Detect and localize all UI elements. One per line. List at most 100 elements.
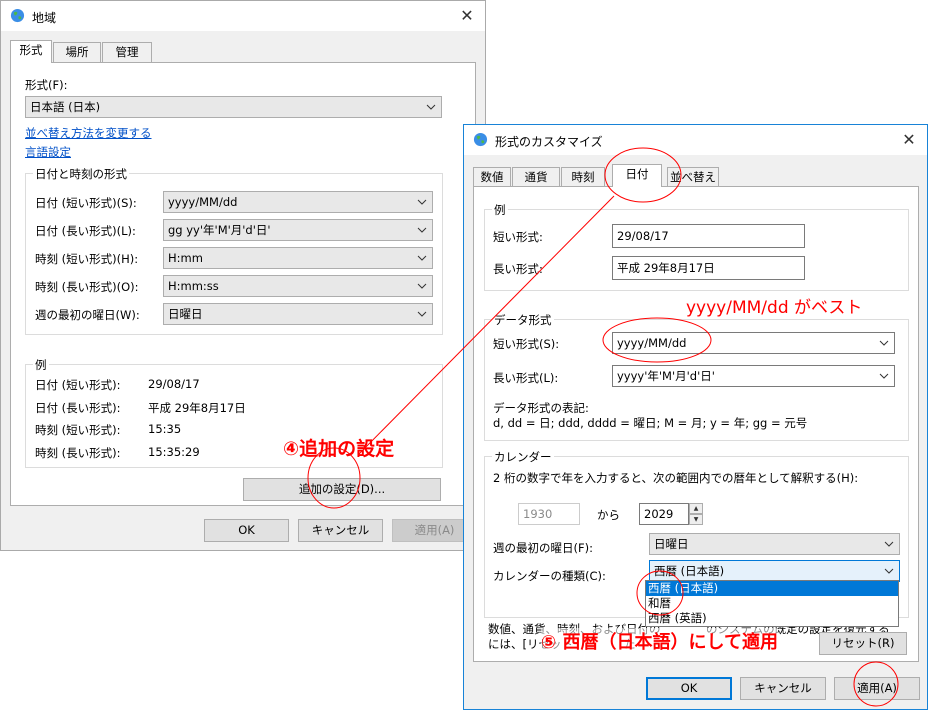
calendar-type-value: 西暦 (日本語) [654, 564, 725, 578]
example-long-value: 平成 29年8月17日 [612, 256, 805, 280]
format-select[interactable]: 日本語 (日本) [25, 96, 442, 118]
annotation-step4: ④追加の設定 [283, 438, 395, 460]
chevron-down-icon [417, 311, 427, 317]
calendar-option-japanese-era[interactable]: 和暦 [646, 596, 898, 611]
year-range-separator: から [597, 508, 620, 522]
year-to-field[interactable]: 2029 [639, 503, 689, 525]
customize-close-button[interactable]: ✕ [899, 130, 919, 150]
row-label-short-time: 時刻 (短い形式)(H): [35, 252, 139, 266]
data-long-select[interactable]: yyyy'年'M'月'd'日' [612, 365, 895, 387]
example-value-short-date: 29/08/17 [148, 377, 200, 391]
reset-button[interactable]: リセット(R) [819, 632, 907, 655]
globe-icon [10, 8, 25, 23]
calendar-type-dropdown: 西暦 (日本語) 和暦 西暦 (英語) [645, 580, 899, 627]
globe-icon [473, 132, 488, 147]
additional-settings-button[interactable]: 追加の設定(D)... [243, 478, 441, 501]
tab-currency[interactable]: 通貨 [512, 167, 560, 187]
example-label-short-time: 時刻 (短い形式): [35, 423, 121, 437]
link-language-settings[interactable]: 言語設定 [25, 144, 71, 160]
calendar-type-label: カレンダーの種類(C): [493, 569, 606, 583]
long-time-value: H:mm:ss [168, 279, 219, 293]
long-date-select[interactable]: gg yy'年'M'月'd'日' [163, 219, 433, 241]
customize-apply-button[interactable]: 適用(A) [834, 677, 920, 700]
calendar-description: 2 桁の数字で年を入力すると、次の範囲内での暦年として解釈する(H): [493, 471, 859, 485]
short-time-select[interactable]: H:mm [163, 247, 433, 269]
first-day-select[interactable]: 日曜日 [163, 303, 433, 325]
chevron-down-icon [879, 340, 889, 346]
short-date-select[interactable]: yyyy/MM/dd [163, 191, 433, 213]
example-label-short-date: 日付 (短い形式): [35, 378, 121, 392]
row-label-long-time: 時刻 (長い形式)(O): [35, 280, 139, 294]
region-cancel-button[interactable]: キャンセル [298, 519, 383, 542]
short-date-value: yyyy/MM/dd [168, 195, 238, 209]
tab-time[interactable]: 時刻 [561, 167, 605, 187]
annotation-best-format: yyyy/MM/dd がベスト [686, 298, 863, 318]
region-window-title: 地域 [32, 11, 57, 25]
row-label-first-day: 週の最初の曜日(W): [35, 308, 140, 322]
data-short-label: 短い形式(S): [493, 337, 560, 351]
long-time-select[interactable]: H:mm:ss [163, 275, 433, 297]
data-long-value: yyyy'年'M'月'd'日' [617, 369, 715, 383]
notation-text: d, dd = 日; ddd, dddd = 曜日; M = 月; y = 年;… [493, 416, 808, 430]
example-long-label: 長い形式: [493, 262, 543, 276]
chevron-down-icon [417, 227, 427, 233]
example-value-long-time: 15:35:29 [148, 445, 200, 459]
datetime-format-group: 日付と時刻の形式 日付 (短い形式)(S): yyyy/MM/dd 日付 (長い… [25, 166, 443, 335]
format-select-value: 日本語 (日本) [30, 100, 101, 114]
chevron-down-icon [884, 541, 894, 547]
example-label-long-time: 時刻 (長い形式): [35, 446, 121, 460]
data-format-group: データ形式 短い形式(S): yyyy/MM/dd 長い形式(L): yyyy'… [484, 312, 909, 441]
example-group-title: 例 [33, 357, 49, 373]
customize-titlebar: 形式のカスタマイズ ✕ [464, 125, 927, 155]
link-change-sort[interactable]: 並べ替え方法を変更する [25, 125, 152, 141]
example-short-value: 29/08/17 [612, 224, 805, 248]
chevron-down-icon [417, 255, 427, 261]
data-format-title: データ形式 [492, 312, 554, 328]
row-label-short-date: 日付 (短い形式)(S): [35, 196, 137, 210]
tab-location[interactable]: 場所 [53, 42, 101, 62]
data-long-label: 長い形式(L): [493, 371, 559, 385]
long-date-value: gg yy'年'M'月'd'日' [168, 223, 271, 237]
year-spinner[interactable]: ▲ ▼ [689, 503, 703, 525]
tab-sort[interactable]: 並べ替え [667, 167, 719, 187]
customize-example-group: 例 短い形式: 29/08/17 長い形式: 平成 29年8月17日 [484, 202, 909, 291]
data-short-value: yyyy/MM/dd [617, 336, 687, 350]
region-window: 地域 ✕ 形式 場所 管理 形式(F): 日本語 (日本) 並べ替え方法を変更す… [0, 0, 486, 551]
customize-cancel-button[interactable]: キャンセル [740, 677, 826, 700]
spin-up-icon[interactable]: ▲ [689, 503, 703, 514]
chevron-down-icon [417, 199, 427, 205]
spin-down-icon[interactable]: ▼ [689, 514, 703, 525]
example-short-label: 短い形式: [493, 230, 543, 244]
region-tab-panel: 形式(F): 日本語 (日本) 並べ替え方法を変更する 言語設定 日付と時刻の形… [10, 62, 476, 506]
format-label: 形式(F): [25, 78, 68, 92]
tab-administrative[interactable]: 管理 [102, 42, 152, 62]
example-value-long-date: 平成 29年8月17日 [148, 401, 246, 415]
first-day-label: 週の最初の曜日(F): [493, 541, 593, 555]
notation-title: データ形式の表記: [493, 401, 589, 415]
chevron-down-icon [426, 104, 436, 110]
customize-ok-button[interactable]: OK [646, 677, 732, 700]
short-time-value: H:mm [168, 251, 203, 265]
annotation-step5: ⑤ 西暦（日本語）にして適用 [541, 628, 778, 654]
region-close-button[interactable]: ✕ [457, 6, 477, 26]
customize-example-title: 例 [492, 202, 508, 218]
calendar-option-western-en[interactable]: 西暦 (英語) [646, 611, 898, 626]
region-titlebar: 地域 ✕ [1, 1, 485, 31]
row-label-long-date: 日付 (長い形式)(L): [35, 224, 136, 238]
tab-numbers[interactable]: 数値 [473, 167, 511, 187]
calendar-first-day-select[interactable]: 日曜日 [649, 533, 900, 555]
calendar-option-western-jp[interactable]: 西暦 (日本語) [646, 581, 898, 596]
calendar-group-title: カレンダー [492, 449, 554, 465]
customize-window-title: 形式のカスタマイズ [495, 135, 603, 149]
example-label-long-date: 日付 (長い形式): [35, 401, 121, 415]
chevron-down-icon [417, 283, 427, 289]
chevron-down-icon [879, 373, 889, 379]
calendar-first-day-value: 日曜日 [654, 537, 689, 551]
calendar-type-select[interactable]: 西暦 (日本語) [649, 560, 900, 582]
region-ok-button[interactable]: OK [204, 519, 289, 542]
tab-format[interactable]: 形式 [10, 40, 52, 63]
datetime-group-title: 日付と時刻の形式 [33, 166, 129, 182]
tab-date[interactable]: 日付 [612, 164, 662, 187]
year-from-field: 1930 [518, 503, 580, 525]
data-short-select[interactable]: yyyy/MM/dd [612, 332, 895, 354]
